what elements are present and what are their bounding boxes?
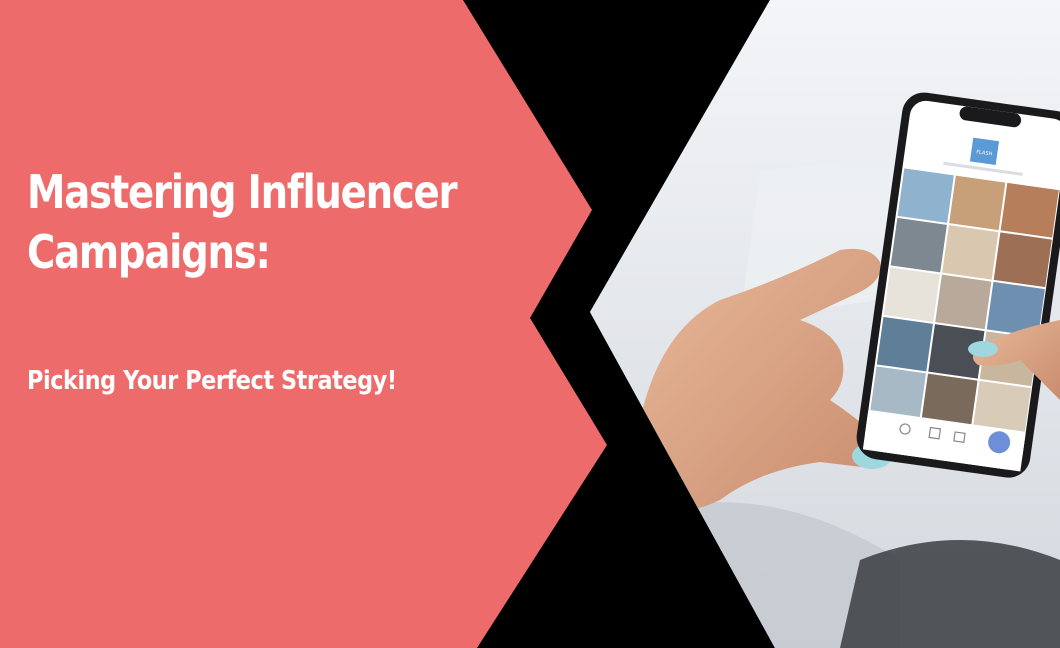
index-nail	[968, 341, 998, 357]
banner-subtitle: Picking Your Perfect Strategy!	[27, 366, 397, 396]
laptop-corner	[840, 540, 1060, 648]
hero-banner: FLASH Mastering Influencer Campaigns: Pi…	[0, 0, 1060, 648]
banner-title: Mastering Influencer Campaigns:	[27, 165, 458, 279]
